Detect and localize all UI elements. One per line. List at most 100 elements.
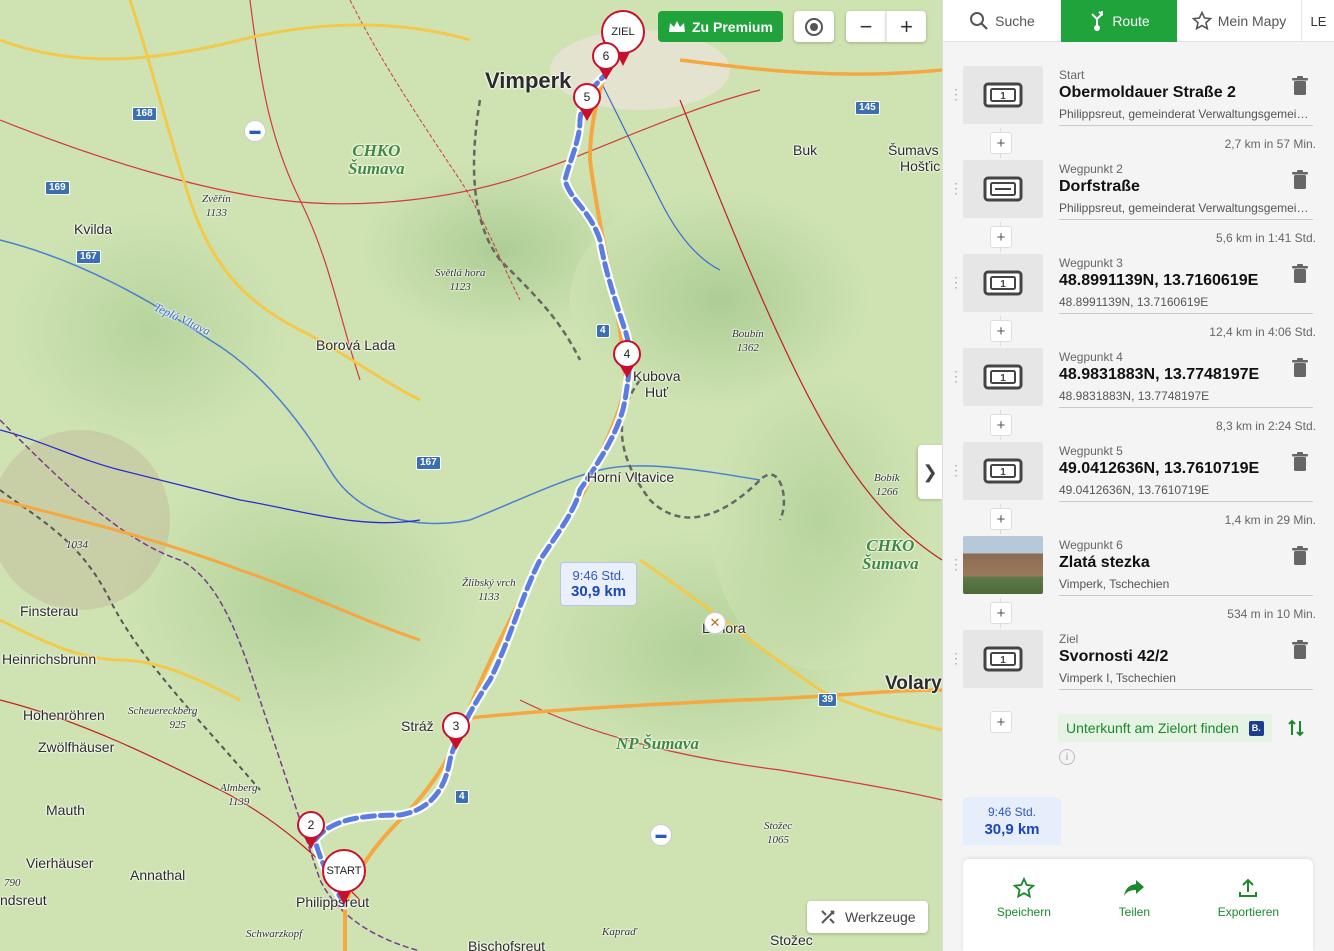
add-waypoint-button[interactable]: +	[990, 602, 1012, 624]
zoom-in-button[interactable]: +	[886, 11, 926, 42]
marker-2[interactable]: 2	[297, 811, 325, 839]
summary-distance: 30,9 km	[984, 821, 1040, 838]
add-waypoint-button[interactable]: +	[990, 414, 1012, 436]
reverse-route-button[interactable]	[1287, 718, 1305, 743]
tab-search[interactable]: Suche	[943, 0, 1061, 42]
accommodation-label: Unterkunft am Zielort finden	[1066, 720, 1239, 736]
waypoint-photo	[963, 536, 1043, 594]
add-waypoint-button[interactable]: +	[990, 320, 1012, 342]
waypoint-item[interactable]: ⋮⋮ 1 Wegpunkt 3 48.8991139N, 13.7160619E 48.…	[943, 252, 1334, 316]
locate-button[interactable]	[794, 11, 834, 42]
segment-distance: 534 m in 10 Min.	[1227, 607, 1316, 621]
road-shield: 169	[45, 181, 70, 195]
save-button[interactable]: Speichern	[997, 877, 1051, 951]
waypoint-item[interactable]: ⋮⋮ 1 Wegpunkt 5 49.0412636N, 13.7610719E 49.…	[943, 440, 1334, 504]
route-bubble-time: 9:46 Std.	[572, 568, 625, 583]
map-label-zwolfhauser: Zwölfhäuser	[38, 739, 115, 755]
user-avatar[interactable]: LE	[1301, 0, 1334, 42]
marker-5[interactable]: 5	[573, 83, 601, 111]
waypoint-label: Wegpunkt 6	[1059, 538, 1123, 552]
upload-icon	[1239, 878, 1258, 897]
map-label-chko-2: CHKO Šumava	[862, 537, 919, 573]
route-summary-bubble[interactable]: 9:46 Std. 30,9 km	[560, 562, 638, 606]
waypoint-name: 48.9831883N, 13.7748197E	[1059, 366, 1260, 383]
waypoint-item[interactable]: ⋮⋮ Wegpunkt 6 Zlatá stezka Vimperk, Tschech…	[943, 534, 1334, 598]
route-segment: +2,7 km in 57 Min.	[943, 128, 1334, 158]
delete-waypoint-button[interactable]	[1289, 74, 1311, 98]
tab-route[interactable]: Route	[1061, 0, 1177, 42]
waypoint-sign-icon: 1	[983, 458, 1023, 484]
trash-icon	[1292, 76, 1308, 95]
route-segment: +1,4 km in 29 Min.	[943, 504, 1334, 534]
trash-icon	[1292, 170, 1308, 189]
peak-name: Zvěřín	[202, 193, 231, 205]
waypoint-address: 49.0412636N, 13.7610719E	[1059, 483, 1313, 502]
premium-button[interactable]: Zu Premium	[658, 11, 783, 42]
town-line1: Kubova	[633, 368, 681, 384]
waypoint-name: Zlatá stezka	[1059, 554, 1150, 571]
share-arrow-icon	[1124, 880, 1145, 896]
waypoint-sign-icon: 1	[983, 364, 1023, 390]
map-label-svetla-hora: Světlá hora 1123	[435, 266, 485, 294]
waypoint-address: Vimperk, Tschechien	[1059, 577, 1313, 596]
waypoint-item[interactable]: ⋮⋮ 1 Start Obermoldauer Straße 2 Philippsreu…	[943, 64, 1334, 128]
waypoint-name: Svornosti 42/2	[1059, 648, 1169, 665]
info-icon[interactable]: i	[1059, 749, 1075, 765]
tools-icon	[821, 910, 835, 924]
map-label-borova-lada: Borová Lada	[316, 337, 396, 353]
marker-4[interactable]: 4	[613, 340, 641, 368]
route-segment: +534 m in 10 Min.	[943, 598, 1334, 628]
peak-name: Bobík	[874, 472, 900, 484]
crown-icon	[669, 20, 685, 32]
tools-button[interactable]: Werkzeuge	[807, 901, 928, 933]
map-canvas[interactable]: Vimperk CHKO Šumava Buk Šumavs Hošťic Zvě…	[0, 0, 942, 951]
waypoint-sign-number: 1	[1000, 467, 1006, 478]
trash-icon	[1292, 358, 1308, 377]
find-accommodation-button[interactable]: Unterkunft am Zielort finden B.	[1058, 714, 1272, 742]
waypoint-item[interactable]: ⋮⋮ 1 Ziel Svornosti 42/2 Vimperk I, Tschechi…	[943, 628, 1334, 692]
map-label-kaprad: Kapraď	[602, 926, 637, 938]
waypoint-label: Wegpunkt 4	[1059, 350, 1123, 364]
map-label-annathal: Annathal	[130, 867, 186, 883]
tab-route-label: Route	[1112, 13, 1150, 29]
waypoint-label: Wegpunkt 3	[1059, 256, 1123, 270]
delete-waypoint-button[interactable]	[1289, 262, 1311, 286]
marker-start[interactable]: START	[322, 849, 366, 893]
add-waypoint-button[interactable]: +	[990, 508, 1012, 530]
peak-elevation: 1123	[449, 281, 471, 293]
hotel-icon[interactable]: ▬	[650, 824, 672, 846]
zoom-out-button[interactable]: −	[846, 11, 886, 42]
trash-icon	[1292, 264, 1308, 283]
map-label-almberg: Almberg 1139	[220, 781, 257, 809]
peak-name: Žlibský vrch	[462, 577, 516, 589]
add-waypoint-button[interactable]: +	[990, 132, 1012, 154]
waypoint-item[interactable]: ⋮⋮ Wegpunkt 2 Dorfstraße Philippsreut, geme…	[943, 158, 1334, 222]
waypoint-item[interactable]: ⋮⋮ 1 Wegpunkt 4 48.9831883N, 13.7748197E 48.…	[943, 346, 1334, 410]
delete-waypoint-button[interactable]	[1289, 450, 1311, 474]
map-label-chko2-line1: CHKO	[866, 536, 915, 555]
share-label: Teilen	[1118, 905, 1150, 919]
export-label: Exportieren	[1217, 905, 1280, 919]
panel-collapse-tab[interactable]: ❯	[918, 445, 942, 499]
map-label-kvilda: Kvilda	[74, 221, 113, 237]
map-label-zlibsky-vrch: Žlibský vrch 1133	[462, 576, 516, 604]
waypoint-sign-icon: 1	[983, 646, 1023, 672]
delete-waypoint-button[interactable]	[1289, 638, 1311, 662]
marker-6[interactable]: 6	[592, 42, 620, 70]
marker-3[interactable]: 3	[442, 712, 470, 740]
share-button[interactable]: Teilen	[1119, 877, 1150, 951]
add-waypoint-button[interactable]: +	[990, 711, 1012, 733]
location-target-icon	[805, 17, 823, 36]
restaurant-icon[interactable]: ✕	[704, 612, 726, 634]
star-icon	[1012, 877, 1035, 899]
export-button[interactable]: Exportieren	[1218, 877, 1279, 951]
map-label-ndsreut: ndsreut	[0, 892, 47, 908]
route-actions: Speichern Teilen Exportieren	[963, 859, 1313, 951]
tab-my-map[interactable]: Mein Mapy	[1177, 0, 1301, 42]
delete-waypoint-button[interactable]	[1289, 356, 1311, 380]
segment-distance: 2,7 km in 57 Min.	[1224, 137, 1316, 151]
add-waypoint-button[interactable]: +	[990, 226, 1012, 248]
delete-waypoint-button[interactable]	[1289, 168, 1311, 192]
hotel-icon[interactable]: ▬	[244, 120, 266, 142]
delete-waypoint-button[interactable]	[1289, 544, 1311, 568]
